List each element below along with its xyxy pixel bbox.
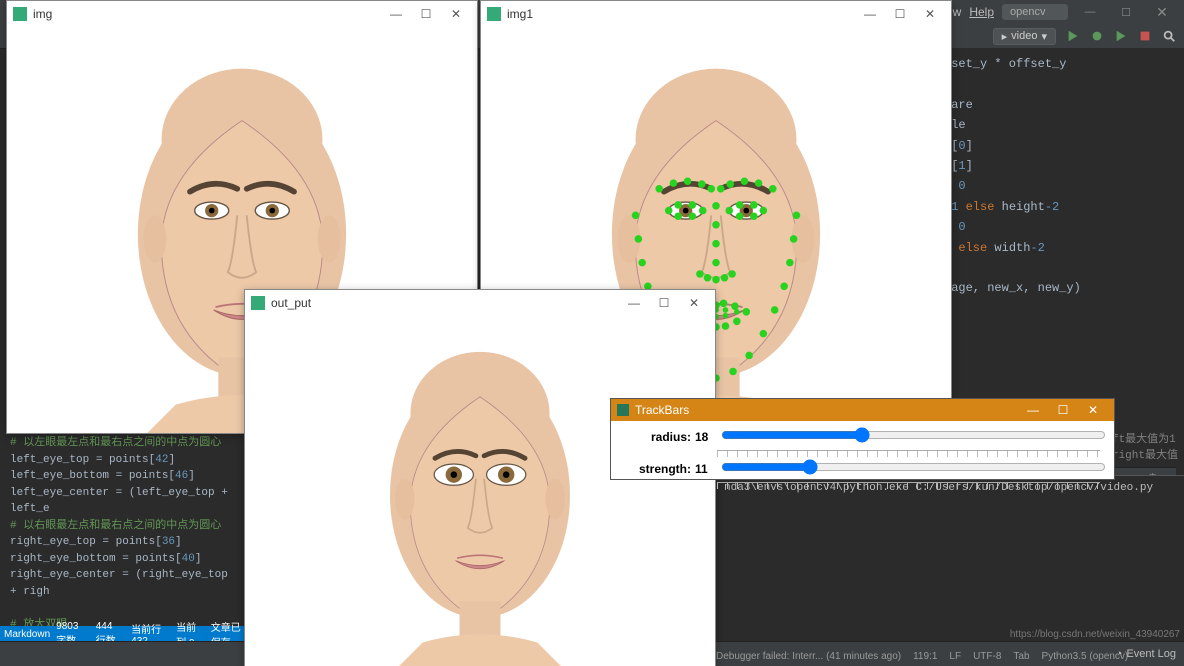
minimize-icon[interactable]: — — [1018, 403, 1048, 417]
maximize-icon[interactable]: ☐ — [649, 296, 679, 310]
maximize-icon[interactable]: ☐ — [1048, 403, 1078, 417]
search-icon[interactable] — [1162, 29, 1176, 43]
strength-label: strength: — [621, 462, 691, 476]
minimize-icon[interactable]: — — [381, 7, 411, 21]
run-icon[interactable] — [1066, 29, 1080, 43]
menu-item-help[interactable]: Help — [969, 5, 994, 19]
strength-value: 11 — [695, 462, 715, 476]
titlebar-img1[interactable]: img1 — ☐ ✕ — [481, 1, 951, 27]
ide-close-icon[interactable]: ✕ — [1148, 2, 1176, 22]
rerun-icon[interactable] — [1114, 29, 1128, 43]
maximize-icon[interactable]: ☐ — [885, 7, 915, 21]
radius-value: 18 — [695, 430, 715, 444]
run-config-select[interactable]: ▸ video ▾ — [993, 28, 1056, 45]
window-icon — [13, 7, 27, 21]
trackbar-radius: radius: 18 — [621, 425, 1104, 448]
debug-icon[interactable] — [1090, 29, 1104, 43]
ide-search-box[interactable]: opencv — [1002, 4, 1068, 20]
titlebar-output[interactable]: out_put — ☐ ✕ — [245, 290, 715, 316]
window-title: TrackBars — [635, 403, 689, 417]
menu-item-view[interactable]: w — [953, 5, 962, 19]
window-icon — [487, 7, 501, 21]
radius-label: radius: — [621, 430, 691, 444]
watermark: https://blog.csdn.net/weixin_43940267 — [1010, 629, 1180, 640]
strength-slider[interactable] — [721, 459, 1106, 475]
run-output[interactable]: nda3\envs\opencv4\python.exe C:/Users/ku… — [716, 475, 1184, 638]
run-config-label: video — [1011, 30, 1037, 42]
close-icon[interactable]: ✕ — [1078, 403, 1108, 417]
stop-icon[interactable] — [1138, 29, 1152, 43]
window-icon — [251, 296, 265, 310]
close-icon[interactable]: ✕ — [915, 7, 945, 21]
window-icon — [617, 404, 629, 416]
window-title: img — [33, 7, 52, 21]
maximize-icon[interactable]: ☐ — [411, 7, 441, 21]
window-title: img1 — [507, 7, 533, 21]
close-icon[interactable]: ✕ — [679, 296, 709, 310]
status-details: Debugger failed: Interr... (41 minutes a… — [716, 651, 1128, 662]
trackbars-body: radius: 18 strength: 11 — [611, 421, 1114, 497]
window-title: out_put — [271, 296, 311, 310]
window-trackbars[interactable]: TrackBars — ☐ ✕ radius: 18 strength: 11 — [610, 398, 1115, 480]
trackbar-strength: strength: 11 — [621, 457, 1104, 480]
close-icon[interactable]: ✕ — [441, 7, 471, 21]
minimize-icon[interactable]: — — [619, 296, 649, 310]
ide-maximize-icon[interactable]: ☐ — [1112, 2, 1140, 22]
markdown-statusbar: Markdown 9803 字数 444 行数 当前行 432, 当前列 0 文… — [0, 626, 252, 642]
radius-slider[interactable] — [721, 427, 1106, 443]
side-comment: ft最大值为1 right最大值 — [1112, 430, 1178, 462]
titlebar-trackbars[interactable]: TrackBars — ☐ ✕ — [611, 399, 1114, 421]
minimize-icon[interactable]: — — [855, 7, 885, 21]
titlebar-img[interactable]: img — ☐ ✕ — [7, 1, 477, 27]
ide-minimize-icon[interactable]: — — [1076, 2, 1104, 22]
